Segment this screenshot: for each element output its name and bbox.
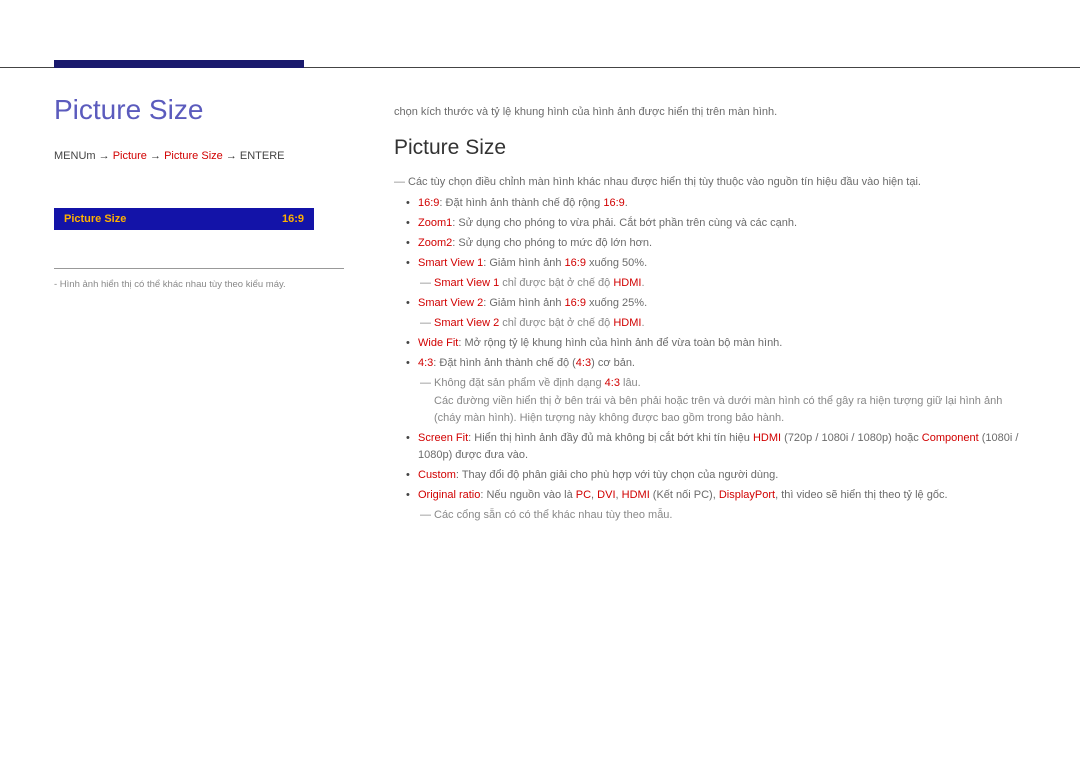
osd-label: Picture Size <box>64 213 126 225</box>
path-picture-size: Picture Size <box>164 150 223 162</box>
left-column: Picture Size MENUm → Picture → Picture S… <box>54 68 394 527</box>
path-picture: Picture <box>113 150 147 162</box>
option-item: Zoom2: Sử dụng cho phóng to mức độ lớn h… <box>406 235 1026 252</box>
option-item: 4:3: Đặt hình ảnh thành chế độ (4:3) cơ … <box>406 355 1026 372</box>
page-content: Picture Size MENUm → Picture → Picture S… <box>0 68 1080 587</box>
intro-text: chọn kích thước và tỷ lệ khung hình của … <box>394 106 1026 118</box>
section-heading: Picture Size <box>394 136 1026 160</box>
option-subnote: Smart View 1 chỉ được bật ở chế độ HDMI. <box>406 275 1026 292</box>
page-title: Picture Size <box>54 94 364 126</box>
option-subnote: Không đặt sản phẩm về định dạng 4:3 lâu.… <box>406 375 1026 426</box>
sub-note-item: Các tùy chọn điều chỉnh màn hình khác nh… <box>394 174 1026 191</box>
menu-label: MENU <box>54 150 86 162</box>
right-column: chọn kích thước và tỷ lệ khung hình của … <box>394 68 1026 527</box>
option-item: Zoom1: Sử dụng cho phóng to vừa phải. Cắ… <box>406 215 1026 232</box>
osd-preview: Picture Size 16:9 <box>54 208 364 230</box>
chapter-top-bar <box>0 0 1080 68</box>
osd-row-picture-size: Picture Size 16:9 <box>54 208 314 230</box>
divider <box>54 268 344 269</box>
option-item: Custom: Thay đổi độ phân giải cho phù hợ… <box>406 467 1026 484</box>
option-item: Screen Fit: Hiển thị hình ảnh đầy đủ mà … <box>406 430 1026 464</box>
option-subnote: Smart View 2 chỉ được bật ở chế độ HDMI. <box>406 315 1026 332</box>
option-item: Original ratio: Nếu nguồn vào là PC, DVI… <box>406 487 1026 504</box>
option-item: Wide Fit: Mở rộng tỷ lệ khung hình của h… <box>406 335 1026 352</box>
enter-label: ENTER <box>240 150 277 162</box>
option-item: 16:9: Đặt hình ảnh thành chế độ rộng 16:… <box>406 195 1026 212</box>
option-item: Smart View 2: Giảm hình ảnh 16:9 xuống 2… <box>406 295 1026 312</box>
sub-note: Các tùy chọn điều chỉnh màn hình khác nh… <box>394 174 1026 191</box>
option-subnote: Các cổng sẵn có có thể khác nhau tùy the… <box>406 507 1026 524</box>
osd-value: 16:9 <box>282 213 304 225</box>
footnote: - Hình ảnh hiển thị có thể khác nhau tùy… <box>54 279 364 290</box>
option-item: Smart View 1: Giảm hình ảnh 16:9 xuống 5… <box>406 255 1026 272</box>
options-list: 16:9: Đặt hình ảnh thành chế độ rộng 16:… <box>394 195 1026 524</box>
menu-path: MENUm → Picture → Picture Size → ENTERE <box>54 150 364 162</box>
